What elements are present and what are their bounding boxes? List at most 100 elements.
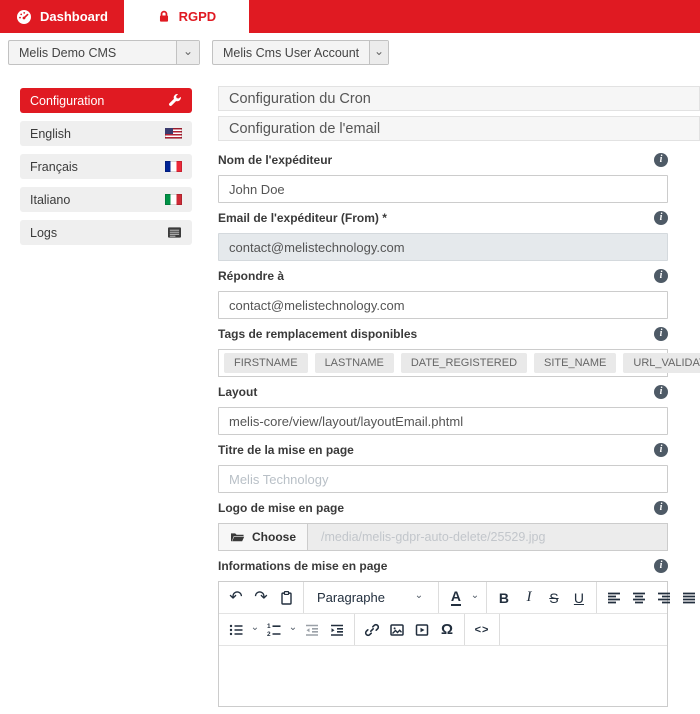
align-right-button[interactable] — [652, 586, 676, 610]
sidebar-item-label: Logs — [30, 225, 58, 240]
flag-fr-icon — [165, 161, 182, 172]
info-icon[interactable]: i — [654, 500, 668, 515]
link-button[interactable] — [360, 618, 384, 642]
tag-pill[interactable]: FIRSTNAME — [224, 353, 308, 373]
site-select[interactable]: Melis Demo CMS ⌄ — [8, 40, 200, 65]
folder-icon — [230, 531, 245, 544]
field-page-info: Informations de mise en page i ↶ ↷ Parag… — [218, 558, 695, 707]
sidebar: Configuration English Français Italiano … — [20, 88, 192, 253]
accordion-cron[interactable]: Configuration du Cron — [218, 86, 700, 111]
tag-pill[interactable]: LASTNAME — [314, 353, 394, 373]
sidebar-item-logs[interactable]: Logs — [20, 220, 192, 245]
accordion-email[interactable]: Configuration de l'email — [218, 116, 700, 141]
image-button[interactable] — [385, 618, 409, 642]
logo-path: /media/melis-gdpr-auto-delete/25529.jpg — [321, 530, 546, 544]
field-reply-to: Répondre à i — [218, 268, 668, 319]
flag-it-icon — [165, 194, 182, 205]
outdent-icon — [304, 622, 320, 638]
source-code-button[interactable]: <> — [470, 618, 494, 642]
editor-content-area[interactable] — [219, 646, 667, 706]
sidebar-item-label: Configuration — [30, 93, 105, 108]
rich-text-editor: ↶ ↷ Paragraphe ⌄ A ⌄ B I S U ⌄ 1 2 ⌄ Ω <… — [218, 581, 695, 707]
flag-us-icon — [165, 128, 182, 139]
svg-text:1: 1 — [267, 623, 271, 630]
anchor-button[interactable]: Ω — [435, 618, 459, 642]
chevron-down-icon[interactable]: ⌄ — [469, 590, 481, 605]
align-center-button[interactable] — [627, 586, 651, 610]
chevron-down-icon: ⌄ — [414, 589, 424, 601]
redo-button[interactable]: ↷ — [249, 586, 273, 610]
underline-button[interactable]: U — [567, 586, 591, 610]
undo-button[interactable]: ↶ — [224, 586, 248, 610]
sidebar-item-configuration[interactable]: Configuration — [20, 88, 192, 113]
sidebar-item-italiano[interactable]: Italiano — [20, 187, 192, 212]
field-page-title: Titre de la mise en page i — [218, 442, 668, 493]
outdent-button — [300, 618, 324, 642]
sidebar-item-label: Italiano — [30, 192, 71, 207]
numbered-list-icon: 1 2 — [266, 622, 282, 638]
info-icon[interactable]: i — [654, 152, 668, 167]
media-button[interactable] — [410, 618, 434, 642]
lock-icon — [157, 9, 171, 24]
tag-pill[interactable]: DATE_REGISTERED — [400, 353, 528, 373]
forecolor-icon: A — [450, 588, 462, 606]
choose-file-button[interactable]: Choose — [219, 524, 309, 550]
align-center-icon — [631, 590, 647, 606]
media-icon — [414, 622, 430, 638]
clipboard-icon — [279, 590, 294, 606]
align-left-button[interactable] — [602, 586, 626, 610]
anchor-icon: Ω — [440, 621, 454, 638]
logo-file-input: Choose /media/melis-gdpr-auto-delete/255… — [218, 523, 668, 551]
field-sender-email: Email de l'expéditeur (From) * i — [218, 210, 668, 261]
text-color-button[interactable]: A — [444, 586, 468, 610]
sidebar-item-label: English — [30, 126, 71, 141]
tab-rgpd[interactable]: RGPD — [123, 0, 249, 33]
sender-name-input[interactable] — [218, 175, 668, 203]
info-icon[interactable]: i — [654, 268, 668, 283]
info-icon[interactable]: i — [654, 384, 668, 399]
layout-input[interactable] — [218, 407, 668, 435]
code-icon: <> — [474, 623, 490, 636]
top-bar-fill — [249, 0, 700, 33]
field-label: Email de l'expéditeur (From) * — [218, 210, 387, 225]
logs-icon — [167, 226, 182, 239]
tags-container: FIRSTNAME LASTNAME DATE_REGISTERED SITE_… — [218, 349, 700, 377]
align-right-icon — [656, 590, 672, 606]
paragraph-format-dropdown[interactable]: Paragraphe ⌄ — [309, 586, 433, 610]
info-icon[interactable]: i — [654, 326, 668, 341]
main-content: Configuration du Cron Configuration de l… — [218, 86, 700, 714]
bullet-list-icon — [228, 622, 244, 638]
tag-pill[interactable]: URL_VALIDATION — [623, 353, 700, 373]
chevron-down-icon[interactable]: ⌄ — [249, 622, 261, 637]
info-icon[interactable]: i — [654, 442, 668, 457]
account-select[interactable]: Melis Cms User Account ⌄ — [212, 40, 389, 65]
chevron-down-icon[interactable]: ⌄ — [287, 622, 299, 637]
align-justify-icon — [681, 590, 697, 606]
info-icon[interactable]: i — [654, 558, 668, 573]
align-justify-button[interactable] — [677, 586, 700, 610]
indent-button[interactable] — [325, 618, 349, 642]
svg-text:2: 2 — [267, 631, 271, 638]
bold-button[interactable]: B — [492, 586, 516, 610]
chevron-down-icon: ⌄ — [176, 41, 199, 64]
field-label: Tags de remplacement disponibles — [218, 326, 418, 341]
tab-dashboard[interactable]: Dashboard — [0, 0, 124, 33]
page-title-input[interactable] — [218, 465, 668, 493]
paste-button[interactable] — [274, 586, 298, 610]
choose-file-label: Choose — [252, 530, 297, 544]
italic-button[interactable]: I — [517, 586, 541, 610]
align-left-icon — [606, 590, 622, 606]
field-logo: Logo de mise en page i Choose /media/mel… — [218, 500, 668, 551]
bullet-list-button[interactable] — [224, 618, 248, 642]
info-icon[interactable]: i — [654, 210, 668, 225]
reply-to-input[interactable] — [218, 291, 668, 319]
sidebar-item-francais[interactable]: Français — [20, 154, 192, 179]
strikethrough-button[interactable]: S — [542, 586, 566, 610]
field-sender-name: Nom de l'expéditeur i — [218, 152, 668, 203]
numbered-list-button[interactable]: 1 2 — [262, 618, 286, 642]
tab-rgpd-label: RGPD — [178, 9, 217, 24]
field-label: Layout — [218, 384, 258, 399]
sidebar-item-english[interactable]: English — [20, 121, 192, 146]
chevron-down-icon: ⌄ — [369, 41, 388, 64]
tag-pill[interactable]: SITE_NAME — [534, 353, 617, 373]
